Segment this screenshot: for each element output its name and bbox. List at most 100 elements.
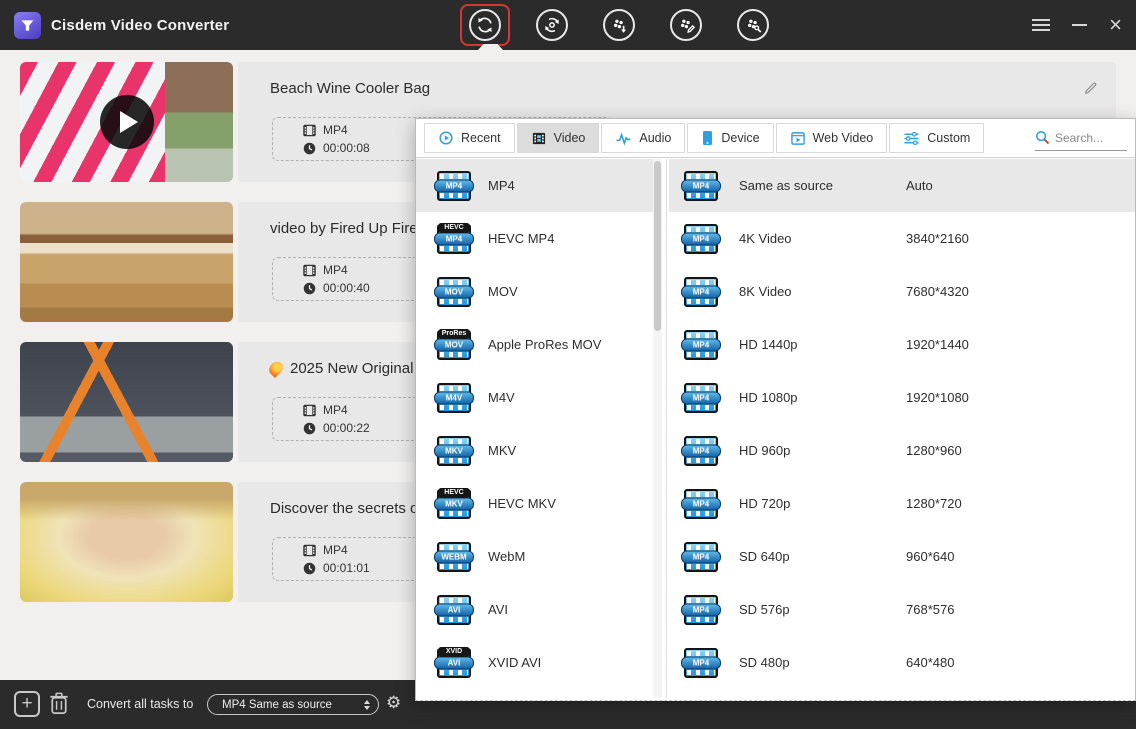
duration-label: 00:00:08 bbox=[323, 141, 370, 155]
toolbar-convert-button[interactable] bbox=[460, 4, 510, 46]
preset-item[interactable]: MP4 SD 576p 768*576 bbox=[669, 583, 1135, 636]
format-name: HEVC MP4 bbox=[488, 231, 554, 246]
search-box[interactable] bbox=[1035, 125, 1127, 151]
preset-film-icon: MP4 bbox=[681, 541, 721, 573]
preset-film-icon: MP4 bbox=[681, 488, 721, 520]
duration-label: 00:00:22 bbox=[323, 421, 370, 435]
format-name: MOV bbox=[488, 284, 518, 299]
preset-name: SD 480p bbox=[739, 655, 846, 670]
format-item[interactable]: XVID AVI XVID AVI bbox=[416, 636, 663, 689]
preset-name: Same as source bbox=[739, 178, 846, 193]
settings-gear-icon[interactable]: ⚙ bbox=[386, 693, 401, 713]
format-item[interactable]: ProRes MOV Apple ProRes MOV bbox=[416, 318, 663, 371]
preset-item[interactable]: MP4 SD 480p 640*480 bbox=[669, 636, 1135, 689]
preset-resolution: 1280*720 bbox=[906, 496, 962, 511]
toolbar-rip-button[interactable] bbox=[527, 4, 577, 46]
preset-resolution: 3840*2160 bbox=[906, 231, 969, 246]
clock-icon bbox=[303, 422, 316, 435]
duration-label: 00:01:01 bbox=[323, 561, 370, 575]
film-frame-icon bbox=[303, 544, 316, 557]
stepper-icon bbox=[364, 700, 370, 710]
film-frame-icon bbox=[303, 404, 316, 417]
preset-resolution: 960*640 bbox=[906, 549, 954, 564]
format-label: MP4 bbox=[323, 403, 348, 417]
preset-item[interactable]: MP4 HD 720p 1280*720 bbox=[669, 477, 1135, 530]
clock-icon bbox=[303, 562, 316, 575]
video-film-icon bbox=[531, 131, 547, 146]
preset-item[interactable]: MP4 HD 1080p 1920*1080 bbox=[669, 371, 1135, 424]
video-thumbnail[interactable] bbox=[20, 342, 233, 462]
device-phone-icon bbox=[701, 130, 714, 146]
preset-film-icon: MP4 bbox=[681, 223, 721, 255]
convert-all-label: Convert all tasks to bbox=[87, 697, 193, 711]
mode-toolbar bbox=[460, 0, 778, 50]
reel-download-icon bbox=[603, 9, 635, 41]
preset-resolution: 1280*960 bbox=[906, 443, 962, 458]
preset-name: HD 720p bbox=[739, 496, 846, 511]
format-name: WebM bbox=[488, 549, 525, 564]
format-film-icon: M4V bbox=[434, 382, 474, 414]
dropdown-value: MP4 Same as source bbox=[222, 699, 364, 711]
preset-film-icon: MP4 bbox=[681, 382, 721, 414]
tab-video[interactable]: Video bbox=[517, 123, 600, 153]
scrollbar-thumb[interactable] bbox=[654, 161, 661, 331]
format-list-scrollbar[interactable] bbox=[653, 159, 662, 698]
toolbar-toolbox-button[interactable] bbox=[728, 4, 778, 46]
format-film-icon: MKV bbox=[434, 435, 474, 467]
recent-icon bbox=[438, 130, 454, 146]
preset-resolution: 640*480 bbox=[906, 655, 954, 670]
play-button[interactable] bbox=[100, 95, 154, 149]
app-title: Cisdem Video Converter bbox=[51, 17, 229, 34]
format-item[interactable]: M4V M4V bbox=[416, 371, 663, 424]
edit-title-icon[interactable] bbox=[1083, 81, 1098, 96]
search-input[interactable] bbox=[1055, 131, 1119, 145]
add-files-button[interactable]: + bbox=[14, 691, 40, 717]
tab-custom[interactable]: Custom bbox=[889, 123, 984, 153]
tab-device[interactable]: Device bbox=[687, 123, 773, 153]
format-item[interactable]: MOV MOV bbox=[416, 265, 663, 318]
format-film-icon: HEVC MP4 bbox=[434, 223, 474, 255]
format-film-icon: XVID AVI bbox=[434, 647, 474, 679]
task-title: Beach Wine Cooler Bag bbox=[270, 80, 1075, 97]
video-thumbnail[interactable] bbox=[20, 62, 233, 182]
reel-edit-icon bbox=[670, 9, 702, 41]
preset-name: HD 960p bbox=[739, 443, 846, 458]
search-icon bbox=[1035, 130, 1050, 145]
flame-icon bbox=[266, 359, 285, 378]
tab-web-video[interactable]: Web Video bbox=[776, 123, 888, 153]
disc-rip-icon bbox=[536, 9, 568, 41]
tab-audio[interactable]: Audio bbox=[601, 123, 685, 153]
reel-tools-icon bbox=[737, 9, 769, 41]
preset-item[interactable]: MP4 8K Video 7680*4320 bbox=[669, 265, 1135, 318]
preset-name: SD 640p bbox=[739, 549, 846, 564]
format-item[interactable]: MKV MKV bbox=[416, 424, 663, 477]
preset-name: 8K Video bbox=[739, 284, 846, 299]
preset-item[interactable]: MP4 HD 960p 1280*960 bbox=[669, 424, 1135, 477]
output-format-dropdown[interactable]: MP4 Same as source bbox=[207, 694, 379, 715]
video-thumbnail[interactable] bbox=[20, 482, 233, 602]
delete-button[interactable] bbox=[48, 691, 72, 717]
toolbar-edit-button[interactable] bbox=[661, 4, 711, 46]
tab-recent[interactable]: Recent bbox=[424, 123, 515, 153]
format-label: MP4 bbox=[323, 543, 348, 557]
format-list: MP4 MP4 HEVC MP4 HEVC MP4 MOV MOV ProRes bbox=[416, 159, 663, 690]
preset-name: HD 1080p bbox=[739, 390, 846, 405]
preset-item[interactable]: MP4 HD 1440p 1920*1440 bbox=[669, 318, 1135, 371]
format-item[interactable]: HEVC MP4 HEVC MP4 bbox=[416, 212, 663, 265]
format-film-icon: HEVC MKV bbox=[434, 488, 474, 520]
format-item[interactable]: WEBM WebM bbox=[416, 530, 663, 583]
toolbar-download-button[interactable] bbox=[594, 4, 644, 46]
preset-item[interactable]: MP4 SD 640p 960*640 bbox=[669, 530, 1135, 583]
close-button[interactable]: × bbox=[1109, 15, 1122, 35]
minimize-button[interactable] bbox=[1072, 24, 1087, 26]
preset-item[interactable]: MP4 Same as source Auto bbox=[669, 159, 1135, 212]
preset-item[interactable]: MP4 4K Video 3840*2160 bbox=[669, 212, 1135, 265]
format-name: HEVC MKV bbox=[488, 496, 556, 511]
format-item[interactable]: AVI AVI bbox=[416, 583, 663, 636]
format-item[interactable]: MP4 MP4 bbox=[416, 159, 653, 212]
format-item[interactable]: HEVC MKV HEVC MKV bbox=[416, 477, 663, 530]
menu-icon[interactable] bbox=[1032, 19, 1050, 31]
format-film-icon: AVI bbox=[434, 594, 474, 626]
preset-film-icon: MP4 bbox=[681, 594, 721, 626]
video-thumbnail[interactable] bbox=[20, 202, 233, 322]
